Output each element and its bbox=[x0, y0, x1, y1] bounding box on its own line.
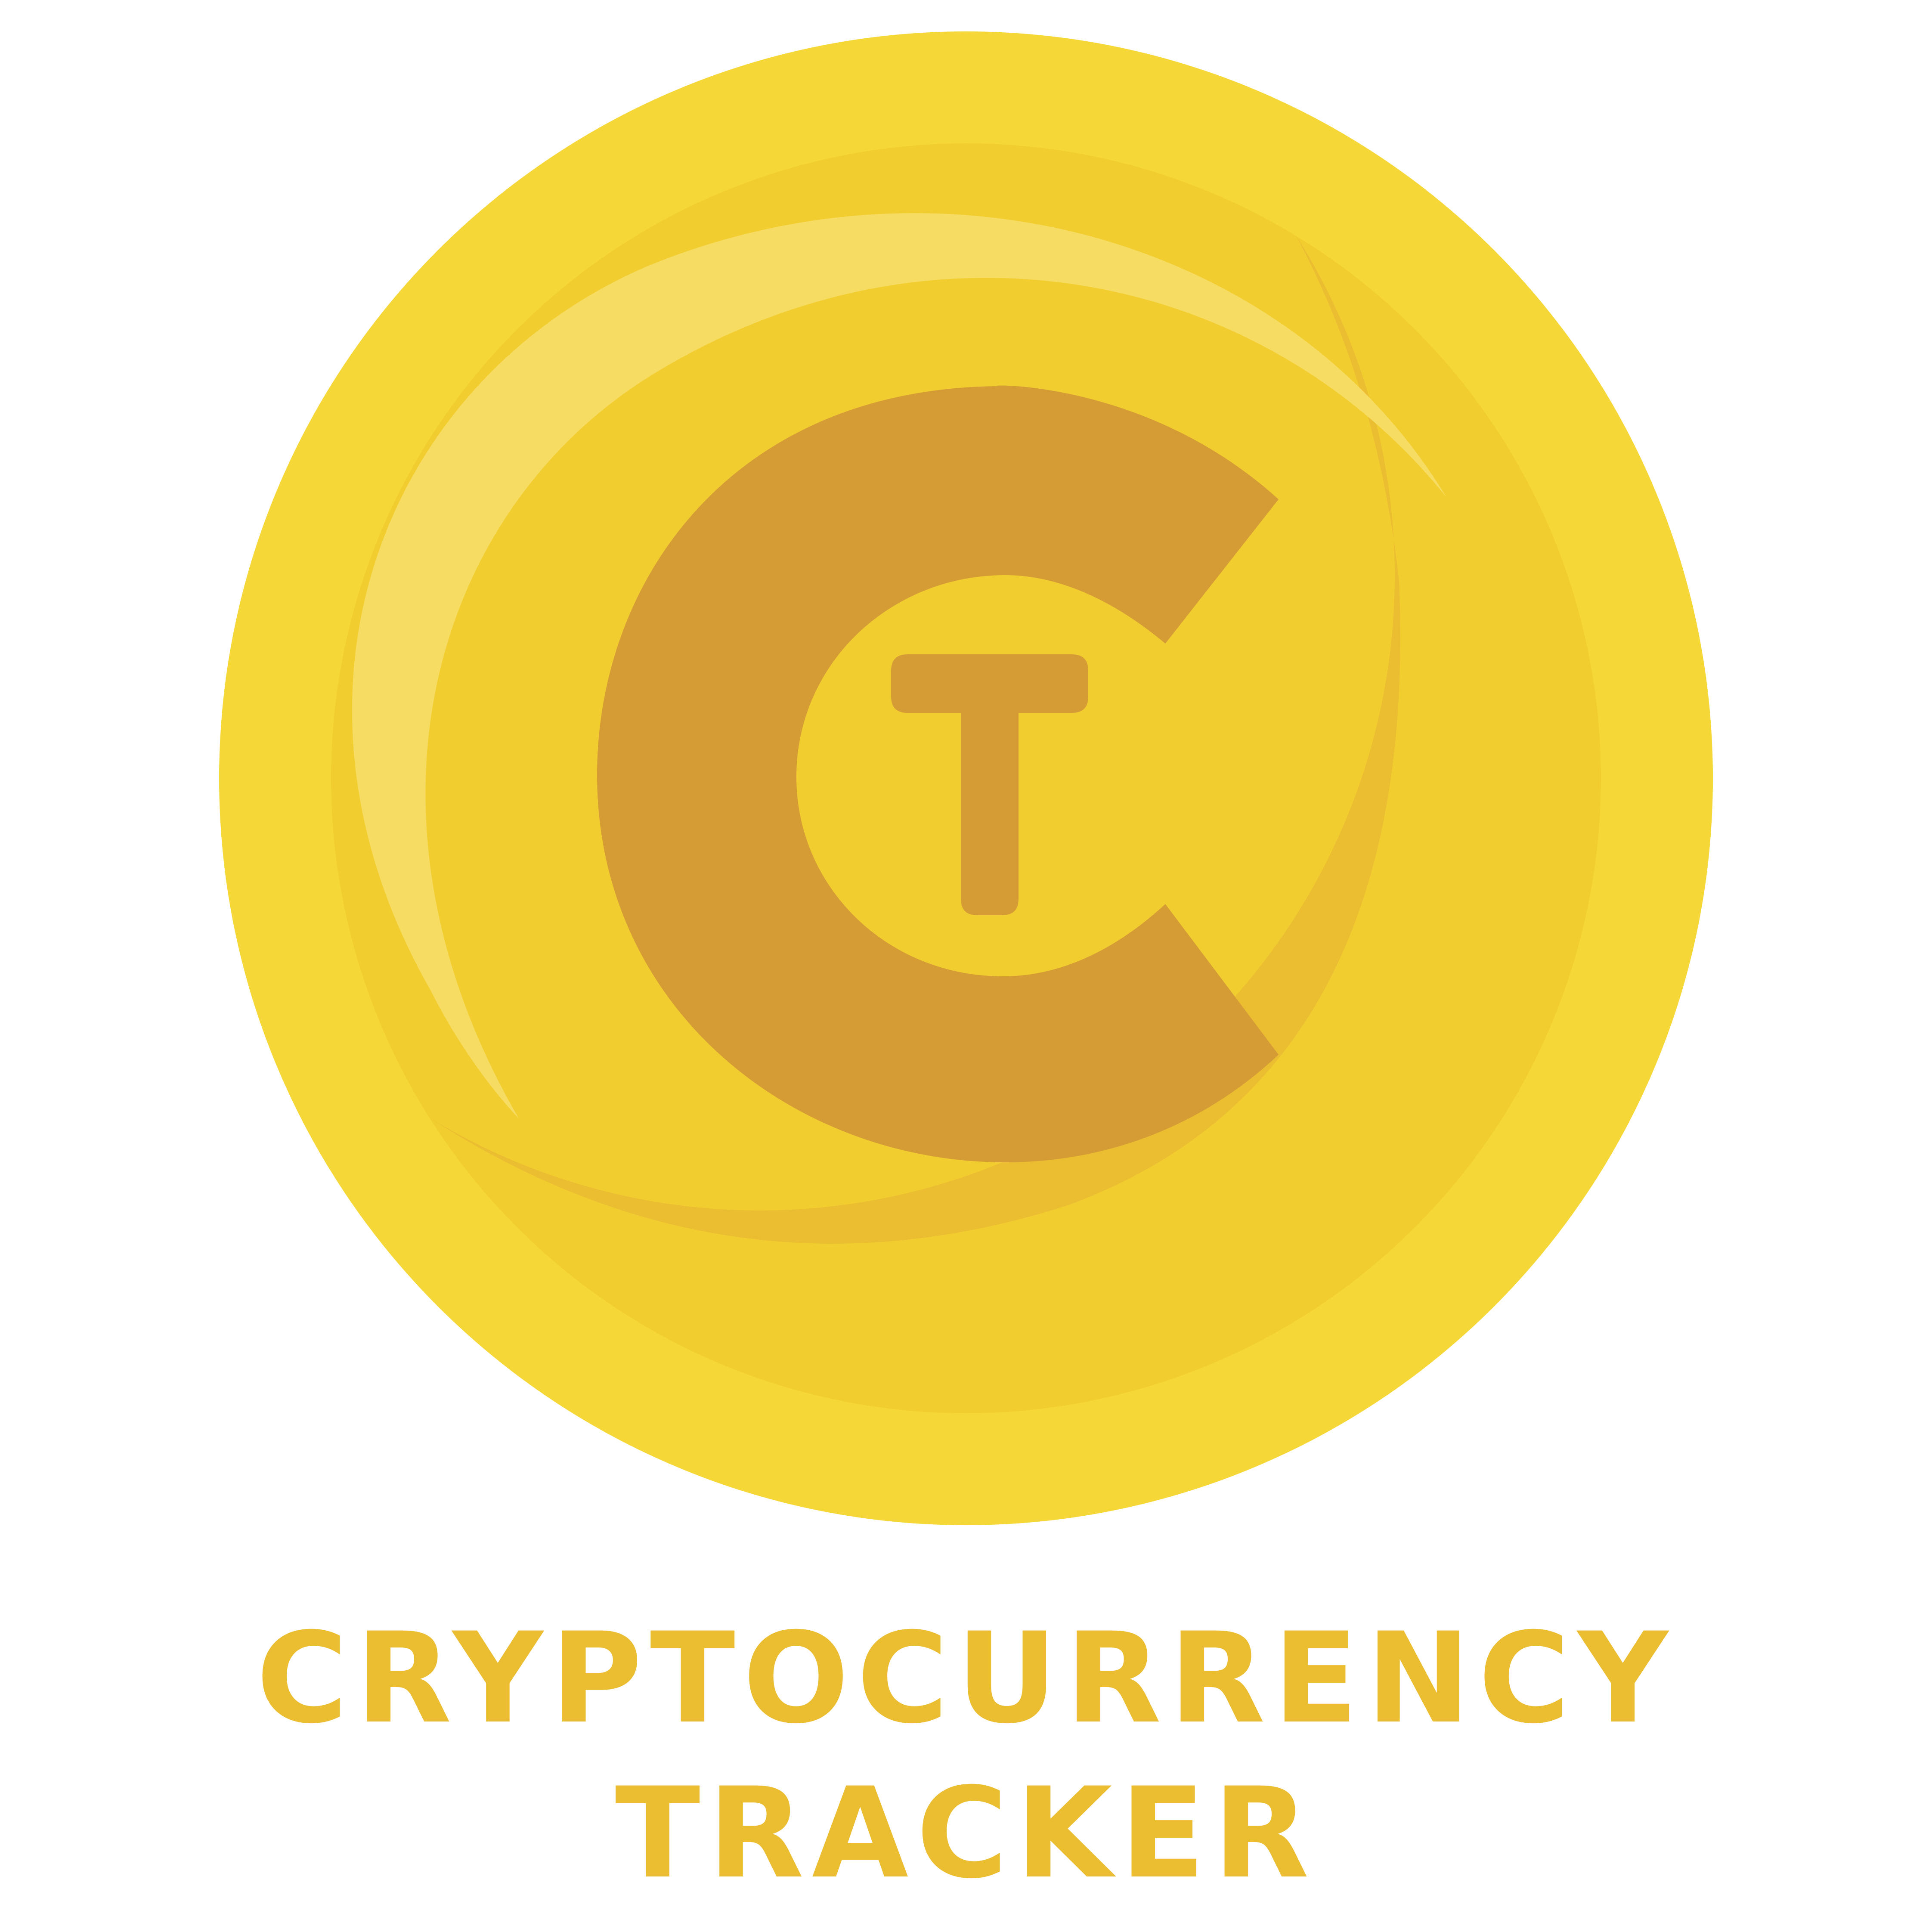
wordmark: CRYPTOCURRENCY TRACKER bbox=[0, 1601, 1932, 1911]
wordmark-line-2: TRACKER bbox=[615, 1761, 1317, 1906]
coin-logo-icon bbox=[219, 31, 1713, 1525]
wordmark-line-1: CRYPTOCURRENCY bbox=[256, 1606, 1676, 1751]
logo-page: CRYPTOCURRENCY TRACKER bbox=[0, 0, 1932, 1932]
